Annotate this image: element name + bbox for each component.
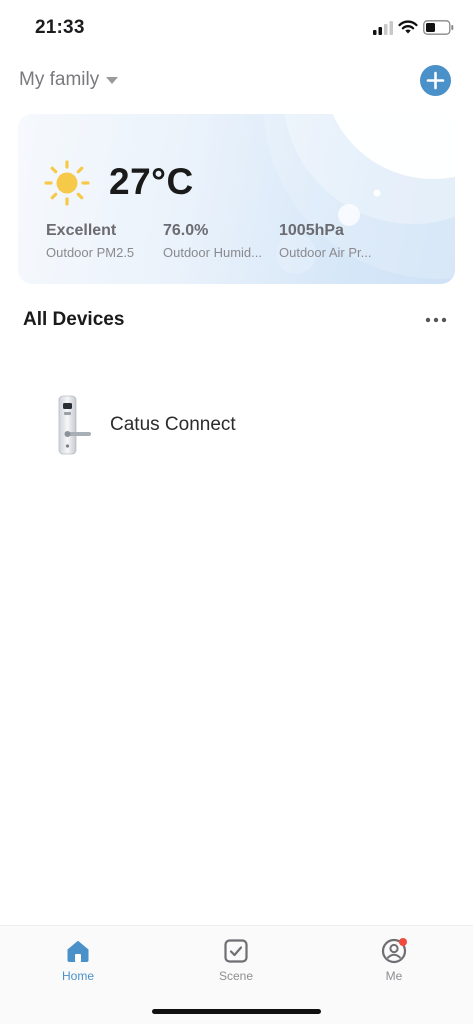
notification-badge [399, 938, 407, 946]
device-item-catus-connect[interactable]: Catus Connect [0, 388, 473, 462]
metric-label: Outdoor Air Pr... [279, 245, 372, 260]
family-selector[interactable]: My family [19, 69, 119, 91]
status-bar: 21:33 [0, 0, 473, 56]
tab-home[interactable]: Home [33, 938, 123, 988]
metric-pm25: Excellent Outdoor PM2.5 [46, 222, 134, 260]
wifi-icon [398, 20, 418, 34]
header: My family [0, 60, 473, 104]
temperature: 27°C [109, 161, 194, 202]
weather-card[interactable]: 27°C Excellent Outdoor PM2.5 76.0% Outdo… [18, 114, 455, 284]
home-icon [67, 940, 89, 962]
metric-value: 1005hPa [279, 222, 344, 239]
battery-icon [423, 20, 454, 35]
scene-checkbox-icon [224, 939, 248, 963]
home-indicator[interactable] [152, 1009, 321, 1014]
device-name: Catus Connect [110, 414, 236, 435]
metric-label: Outdoor PM2.5 [46, 245, 135, 260]
add-button[interactable] [420, 65, 451, 96]
home-screen: 21:33 My family 27°C Excellent Outdoor P… [0, 0, 473, 1024]
profile-icon [381, 938, 407, 964]
section-title-all-devices: All Devices [23, 309, 125, 330]
tab-label: Scene [218, 969, 254, 983]
plus-icon [426, 71, 445, 90]
sun-icon [44, 160, 90, 206]
tab-label: Home [61, 969, 94, 983]
metric-value: Excellent [46, 222, 117, 239]
metric-label: Outdoor Humid... [163, 245, 262, 260]
more-dots-icon[interactable] [424, 312, 448, 328]
metric-air-pressure: 1005hPa Outdoor Air Pr... [279, 222, 372, 260]
metric-value: 76.0% [163, 222, 209, 239]
status-time: 21:33 [35, 17, 85, 38]
tab-me[interactable]: Me [349, 938, 439, 988]
family-name: My family [19, 69, 100, 90]
smart-lock-icon [58, 395, 91, 455]
caret-down-icon [106, 76, 119, 84]
cellular-signal-icon [373, 21, 393, 35]
metric-humidity: 76.0% Outdoor Humid... [163, 222, 262, 260]
tab-scene[interactable]: Scene [191, 938, 281, 988]
tab-label: Me [385, 969, 403, 983]
